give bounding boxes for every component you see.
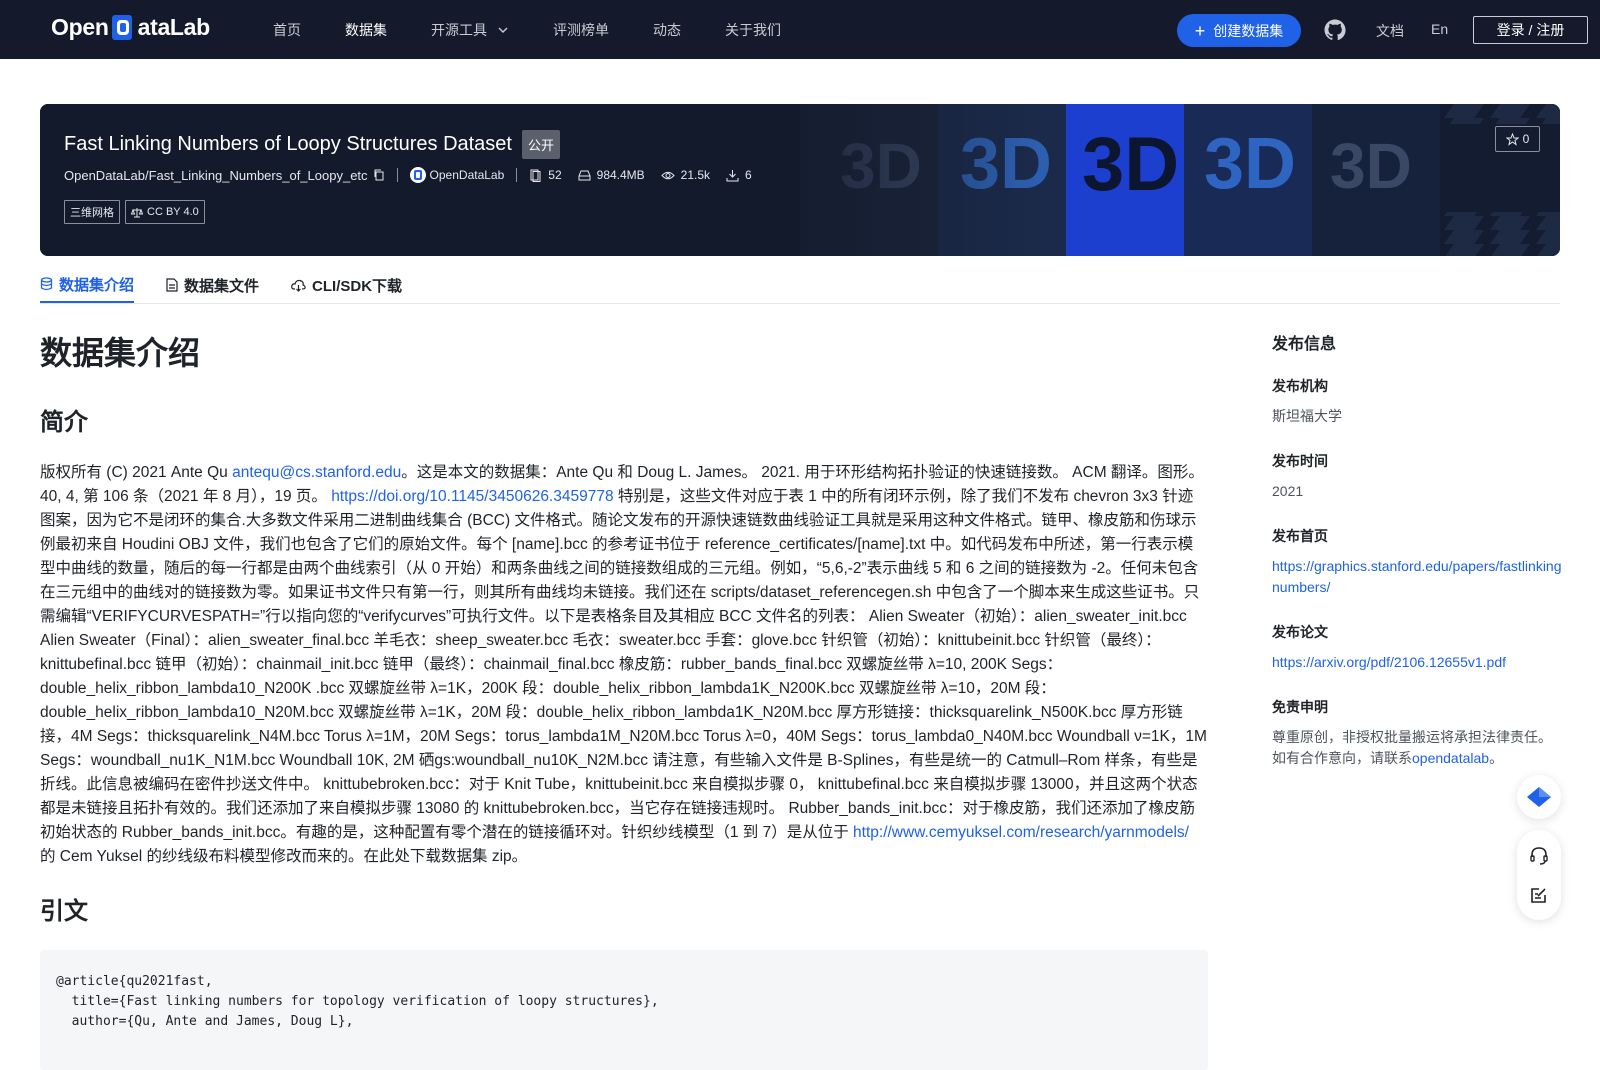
repo-path: OpenDataLab/Fast_Linking_Numbers_of_Loop… bbox=[64, 167, 368, 183]
chevron-down-icon bbox=[498, 27, 508, 33]
publish-info-sidebar: 发布信息 发布机构 斯坦福大学 发布时间 2021 发布首页 https://g… bbox=[1272, 330, 1562, 793]
disclaimer-label: 免责申明 bbox=[1272, 699, 1328, 715]
bg-3d-text: 3D bbox=[1204, 124, 1296, 204]
org-logo-icon bbox=[409, 167, 426, 183]
tab-cli-sdk[interactable]: CLI/SDK下载 bbox=[291, 267, 402, 303]
page-title: 数据集介绍 bbox=[40, 335, 201, 371]
copy-icon[interactable] bbox=[373, 169, 385, 181]
tag-task[interactable]: 三维网格 bbox=[64, 200, 120, 224]
org-value: 斯坦福大学 bbox=[1272, 408, 1342, 424]
time-value: 2021 bbox=[1272, 483, 1304, 499]
database-icon bbox=[40, 277, 53, 291]
intro-paragraph: 版权所有 (C) 2021 Ante Qu antequ@cs.stanford… bbox=[40, 464, 1207, 865]
tab-intro[interactable]: 数据集介绍 bbox=[40, 267, 135, 303]
login-register-button[interactable]: 登录 / 注册 bbox=[1473, 16, 1588, 44]
file-icon bbox=[166, 278, 178, 292]
intro-heading: 简介 bbox=[40, 409, 88, 436]
nav-docs[interactable]: 文档 bbox=[1376, 21, 1404, 41]
top-navbar: Open ataLab 首页 数据集 开源工具 评测榜单 动态 关于我们 + 创… bbox=[0, 0, 1600, 59]
paper-link[interactable]: https://arxiv.org/pdf/2106.12655v1.pdf bbox=[1272, 654, 1506, 670]
cloud-download-icon bbox=[291, 279, 306, 292]
citation-heading: 引文 bbox=[40, 898, 88, 925]
divider bbox=[516, 168, 518, 182]
diamond-logo-icon bbox=[1527, 787, 1551, 807]
contact-link[interactable]: opendatalab bbox=[1412, 750, 1489, 766]
yarn-models-link[interactable]: http://www.cemyuksel.com/research/yarnmo… bbox=[853, 824, 1189, 841]
nav-leaderboard[interactable]: 评测榜单 bbox=[553, 20, 609, 40]
eye-icon bbox=[660, 171, 675, 179]
language-switch[interactable]: En bbox=[1431, 21, 1448, 37]
storage-icon bbox=[578, 170, 591, 180]
dataset-title: Fast Linking Numbers of Loopy Structures… bbox=[64, 130, 561, 159]
star-icon bbox=[1505, 132, 1519, 146]
bg-3d-text: 3D bbox=[1330, 130, 1412, 202]
dataset-tags: 三维网格 CC BY 4.0 bbox=[64, 200, 210, 224]
dataset-size: 984.4MB bbox=[578, 168, 645, 182]
floating-tools-panel bbox=[1517, 830, 1561, 920]
logo-text-open: Open bbox=[51, 14, 109, 40]
nav-opensource-tools[interactable]: 开源工具 bbox=[431, 20, 509, 40]
github-icon[interactable] bbox=[1323, 18, 1347, 42]
tab-files[interactable]: 数据集文件 bbox=[166, 267, 259, 303]
homepage-link[interactable]: https://graphics.stanford.edu/papers/fas… bbox=[1272, 558, 1562, 595]
scale-icon bbox=[131, 207, 143, 217]
homepage-label: 发布首页 bbox=[1272, 528, 1328, 544]
divider bbox=[396, 168, 398, 182]
org-label: 发布机构 bbox=[1272, 378, 1328, 394]
sidebar-heading: 发布信息 bbox=[1272, 336, 1337, 353]
feedback-edit-icon[interactable] bbox=[1529, 885, 1549, 905]
main-content: 数据集介绍 简介 版权所有 (C) 2021 Ante Qu antequ@cs… bbox=[40, 328, 1208, 1070]
nav-datasets[interactable]: 数据集 bbox=[345, 20, 387, 40]
dataset-tabs: 数据集介绍 数据集文件 CLI/SDK下载 bbox=[40, 267, 1560, 304]
opendatalab-logo[interactable]: Open ataLab bbox=[51, 14, 210, 41]
nav-about[interactable]: 关于我们 bbox=[725, 20, 781, 40]
logo-d-icon bbox=[110, 14, 137, 41]
visibility-badge: 公开 bbox=[522, 130, 561, 159]
nav-news[interactable]: 动态 bbox=[653, 20, 681, 40]
time-label: 发布时间 bbox=[1272, 453, 1328, 469]
view-count: 21.5k bbox=[660, 168, 710, 182]
headset-support-icon[interactable] bbox=[1528, 845, 1550, 867]
star-button[interactable]: 0 bbox=[1495, 126, 1540, 152]
paper-label: 发布论文 bbox=[1272, 624, 1328, 640]
files-icon bbox=[530, 169, 541, 182]
logo-text-datalab: ataLab bbox=[137, 14, 211, 40]
plus-icon: + bbox=[1194, 20, 1206, 41]
create-dataset-button[interactable]: + 创建数据集 bbox=[1177, 14, 1301, 47]
disclaimer-text: 尊重原创，非授权批量搬运将承担法律责任。如有合作意向，请联系opendatala… bbox=[1272, 729, 1552, 766]
dataset-meta: OpenDataLab/Fast_Linking_Numbers_of_Loop… bbox=[64, 167, 768, 183]
org-link[interactable]: OpenDataLab bbox=[409, 167, 504, 183]
doi-link[interactable]: https://doi.org/10.1145/3450626.3459778 bbox=[331, 488, 613, 505]
dataset-banner: 3D 3D 3D 3D 3D Fast Linking Numbers of L… bbox=[40, 104, 1560, 256]
file-count: 52 bbox=[529, 168, 562, 182]
download-count: 6 bbox=[726, 168, 752, 182]
email-link[interactable]: antequ@cs.stanford.edu bbox=[232, 464, 401, 481]
nav-home[interactable]: 首页 bbox=[273, 20, 301, 40]
citation-code-block[interactable]: @article{qu2021fast, title={Fast linking… bbox=[40, 950, 1208, 1070]
floating-logo-button[interactable] bbox=[1517, 775, 1561, 819]
bg-3d-text: 3D bbox=[1082, 122, 1179, 207]
main-nav: 首页 数据集 开源工具 评测榜单 动态 关于我们 bbox=[273, 0, 825, 59]
tag-license[interactable]: CC BY 4.0 bbox=[125, 200, 205, 224]
download-icon bbox=[726, 169, 739, 181]
